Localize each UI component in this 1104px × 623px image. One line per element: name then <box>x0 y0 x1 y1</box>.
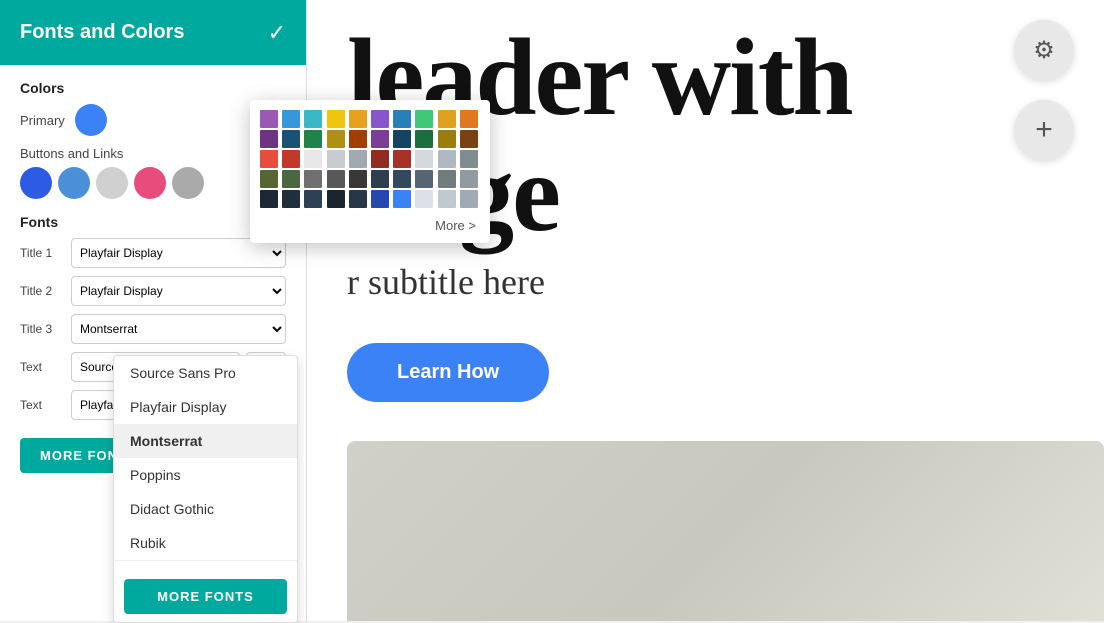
font-dropdown-item[interactable]: Rubik <box>114 526 297 560</box>
color-cell[interactable] <box>282 130 300 148</box>
font-dropdown-item[interactable]: Montserrat <box>114 424 297 458</box>
hero-image <box>347 441 1104 621</box>
color-cell[interactable] <box>349 190 367 208</box>
color-cell[interactable] <box>393 130 411 148</box>
color-cell[interactable] <box>260 190 278 208</box>
color-cell[interactable] <box>304 190 322 208</box>
font-dropdown-item[interactable]: Playfair Display <box>114 390 297 424</box>
font-select-title2[interactable]: Playfair Display <box>71 276 286 306</box>
color-cell[interactable] <box>327 190 345 208</box>
color-cell[interactable] <box>260 110 278 128</box>
font-label-title1: Title 1 <box>20 246 65 260</box>
font-row-title1: Title 1 Playfair Display <box>20 238 286 268</box>
font-label-text1: Text <box>20 360 65 374</box>
main-content: leader with nage r subtitle here Learn H… <box>307 0 1104 621</box>
color-cell[interactable] <box>415 170 433 188</box>
color-cell[interactable] <box>260 170 278 188</box>
color-cell[interactable] <box>460 170 478 188</box>
color-cell[interactable] <box>327 130 345 148</box>
color-cell[interactable] <box>415 130 433 148</box>
color-cell[interactable] <box>438 150 456 168</box>
color-cell[interactable] <box>438 170 456 188</box>
font-label-text2: Text <box>20 398 65 412</box>
color-cell[interactable] <box>304 150 322 168</box>
color-cell[interactable] <box>371 150 389 168</box>
color-cell[interactable] <box>371 130 389 148</box>
color-cell[interactable] <box>304 110 322 128</box>
color-cell[interactable] <box>304 170 322 188</box>
color-picker-popup: More > <box>250 100 490 243</box>
gear-icon: ⚙ <box>1033 36 1055 65</box>
color-cell[interactable] <box>393 110 411 128</box>
color-cell[interactable] <box>438 190 456 208</box>
color-cell[interactable] <box>415 150 433 168</box>
color-cell[interactable] <box>282 150 300 168</box>
buttons-links-label: Buttons and Links <box>20 146 286 161</box>
color-cell[interactable] <box>460 190 478 208</box>
primary-label: Primary <box>20 113 65 128</box>
color-cell[interactable] <box>460 130 478 148</box>
learn-how-button[interactable]: Learn How <box>347 343 549 402</box>
font-dropdown-item[interactable]: Poppins <box>114 458 297 492</box>
confirm-button[interactable]: ✓ <box>268 20 286 46</box>
primary-row: Primary <box>20 104 286 136</box>
font-dropdown-item[interactable]: Source Sans Pro <box>114 356 297 390</box>
more-fonts-button-dropdown[interactable]: MORE FONTS <box>124 579 287 614</box>
font-select-title3[interactable]: Montserrat <box>71 314 286 344</box>
color-cell[interactable] <box>393 190 411 208</box>
color-cell[interactable] <box>438 110 456 128</box>
primary-color-swatch[interactable] <box>75 104 107 136</box>
font-label-title3: Title 3 <box>20 322 65 336</box>
gear-button[interactable]: ⚙ <box>1014 20 1074 80</box>
font-row-title2: Title 2 Playfair Display <box>20 276 286 306</box>
color-cell[interactable] <box>371 190 389 208</box>
panel-header: Fonts and Colors ✓ <box>0 0 306 65</box>
color-cell[interactable] <box>460 110 478 128</box>
color-cell[interactable] <box>349 130 367 148</box>
color-cell[interactable] <box>260 150 278 168</box>
color-grid <box>260 110 480 208</box>
color-cell[interactable] <box>415 190 433 208</box>
hero-subtitle: r subtitle here <box>347 261 1064 303</box>
color-cell[interactable] <box>349 170 367 188</box>
font-row-title3: Title 3 Montserrat <box>20 314 286 344</box>
font-dropdown-item[interactable]: Didact Gothic <box>114 492 297 526</box>
color-cell[interactable] <box>349 110 367 128</box>
fonts-section-label: Fonts <box>20 214 286 230</box>
color-cell[interactable] <box>393 170 411 188</box>
color-cell[interactable] <box>415 110 433 128</box>
swatch-5[interactable] <box>172 167 204 199</box>
color-cell[interactable] <box>371 170 389 188</box>
color-cell[interactable] <box>327 150 345 168</box>
panel-title: Fonts and Colors <box>20 21 184 44</box>
color-cell[interactable] <box>304 130 322 148</box>
color-cell[interactable] <box>327 110 345 128</box>
colors-section-label: Colors <box>20 80 286 96</box>
color-cell[interactable] <box>282 170 300 188</box>
more-colors-link[interactable]: More > <box>260 218 480 233</box>
color-cell[interactable] <box>260 130 278 148</box>
swatch-3[interactable] <box>96 167 128 199</box>
color-cell[interactable] <box>349 150 367 168</box>
add-button[interactable]: + <box>1014 100 1074 160</box>
color-cell[interactable] <box>371 110 389 128</box>
color-cell[interactable] <box>438 130 456 148</box>
swatch-1[interactable] <box>20 167 52 199</box>
plus-icon: + <box>1035 113 1053 147</box>
color-cell[interactable] <box>393 150 411 168</box>
swatch-4[interactable] <box>134 167 166 199</box>
color-cell[interactable] <box>327 170 345 188</box>
color-cell[interactable] <box>282 110 300 128</box>
font-dropdown-popup: Source Sans ProPlayfair DisplayMontserra… <box>113 355 298 623</box>
swatch-2[interactable] <box>58 167 90 199</box>
color-cell[interactable] <box>460 150 478 168</box>
color-cell[interactable] <box>282 190 300 208</box>
font-label-title2: Title 2 <box>20 284 65 298</box>
buttons-links-row <box>20 167 286 199</box>
